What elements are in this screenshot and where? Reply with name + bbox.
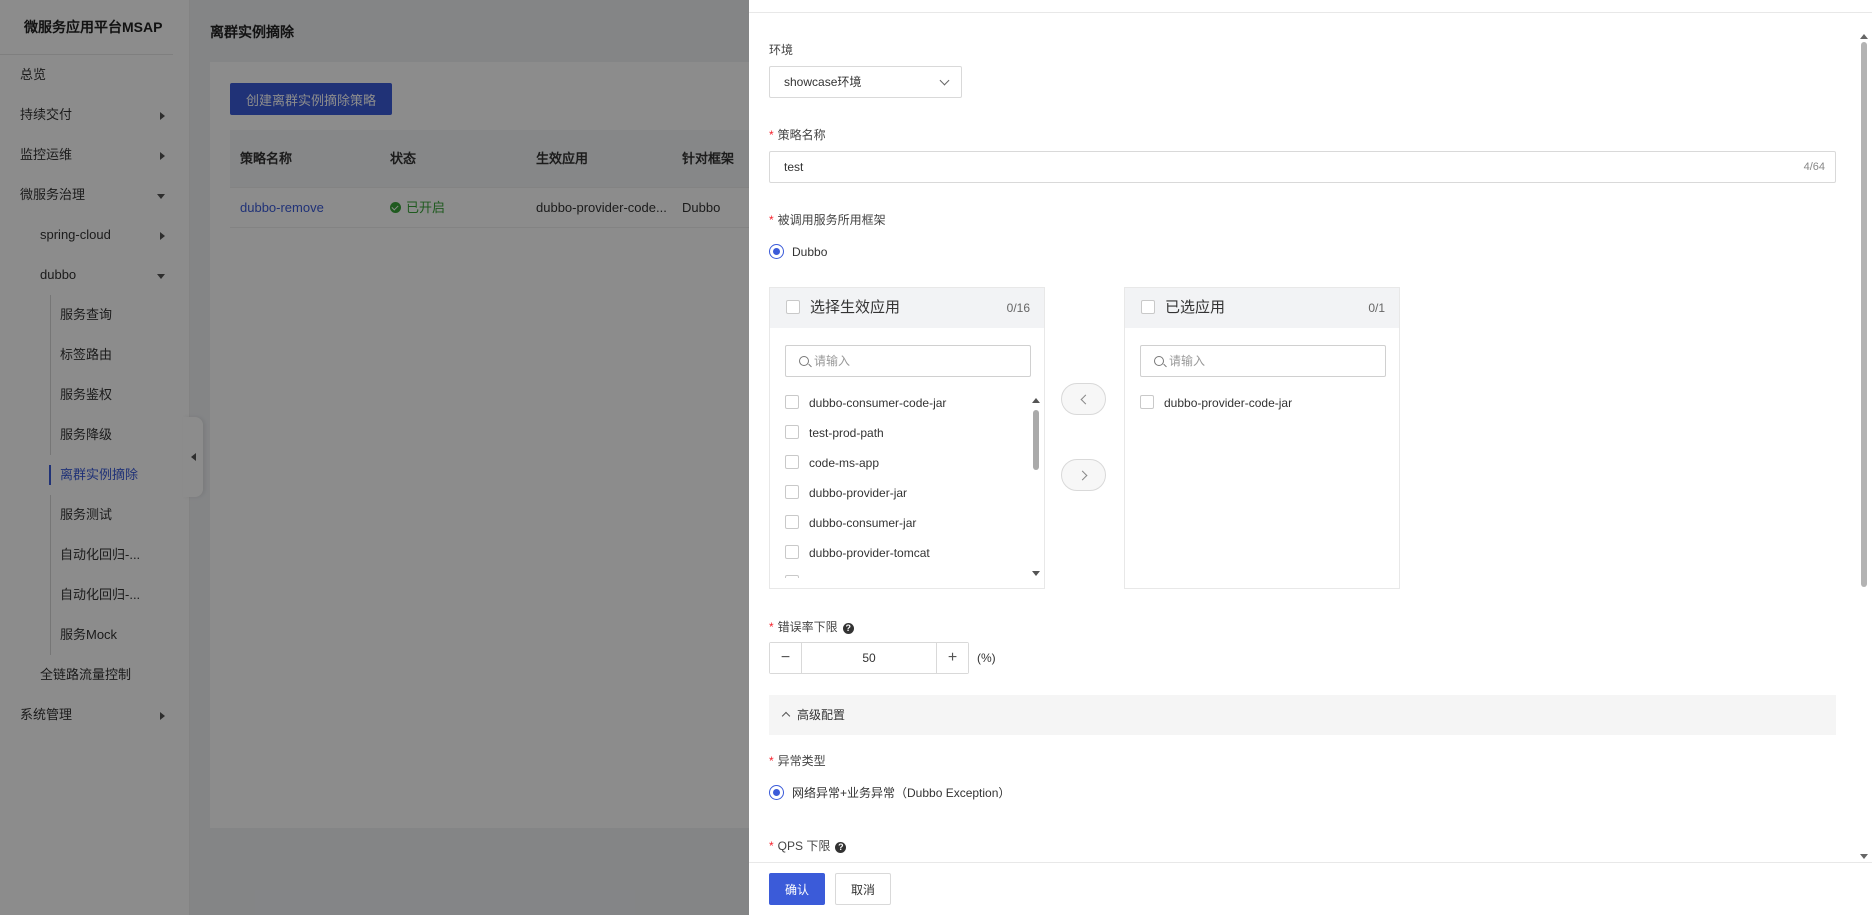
- advanced-config-label: 高级配置: [797, 708, 846, 722]
- transfer-to-left-button[interactable]: [1061, 383, 1106, 415]
- search-placeholder: 请输入: [1169, 354, 1206, 368]
- exception-radio-label: 网络异常+业务异常（Dubbo Exception）: [792, 786, 1011, 800]
- advanced-config-toggle[interactable]: 高级配置: [769, 695, 1836, 735]
- required-mark: *: [769, 213, 774, 227]
- drawer-scrollbar[interactable]: [1860, 34, 1868, 859]
- char-count: 4/64: [1803, 161, 1825, 173]
- required-mark: *: [769, 620, 774, 634]
- strategy-name-input[interactable]: test 4/64: [769, 151, 1836, 183]
- list-item-label: dubbo-consumer-jar: [809, 516, 917, 530]
- checkbox[interactable]: [785, 575, 799, 578]
- name-label: * 策略名称: [769, 126, 826, 143]
- error-rate-label: * 错误率下限?: [769, 618, 854, 635]
- checkbox[interactable]: [785, 515, 799, 529]
- transfer-source-scrollbar[interactable]: [1032, 398, 1040, 576]
- list-item[interactable]: test-prod-path: [785, 425, 1020, 455]
- transfer-source-title: 选择生效应用: [810, 299, 901, 316]
- list-item-label: code-ms-app: [809, 456, 880, 470]
- drawer-footer: 确认 取消: [749, 862, 1872, 915]
- framework-radio-label: Dubbo: [792, 245, 828, 259]
- error-rate-label-text: 错误率下限: [777, 620, 838, 634]
- list-item-label: dubbo-provider-code-jar: [1164, 396, 1293, 410]
- radio-checked-icon: [769, 785, 784, 800]
- chevron-down-icon: [939, 75, 950, 86]
- select-all-checkbox[interactable]: [1141, 300, 1155, 314]
- env-select[interactable]: showcase环境: [769, 66, 962, 98]
- exception-radio[interactable]: 网络异常+业务异常（Dubbo Exception）: [769, 785, 1010, 801]
- exception-label-text: 异常类型: [777, 754, 826, 768]
- select-all-checkbox[interactable]: [786, 300, 800, 314]
- framework-label: * 被调用服务所用框架: [769, 211, 886, 228]
- checkbox[interactable]: [785, 545, 799, 559]
- drawer-divider: [749, 12, 1872, 13]
- search-placeholder: 请输入: [814, 354, 851, 368]
- transfer-target-header: 已选应用 0/1: [1125, 288, 1399, 328]
- drawer-body: 环境 showcase环境 * 策略名称 test 4/64 * 被调用服务所用框架…: [769, 28, 1839, 863]
- create-strategy-drawer: 环境 showcase环境 * 策略名称 test 4/64 * 被调用服务所用框架…: [749, 0, 1872, 915]
- list-item-label: dubbo-consumer-tomcat: [809, 576, 939, 578]
- transfer-target-panel: 已选应用 0/1 请输入 dubbo-provider-code-jar: [1124, 287, 1400, 589]
- checkbox[interactable]: [785, 485, 799, 499]
- name-label-text: 策略名称: [777, 128, 826, 142]
- chevron-right-icon: [1077, 470, 1088, 481]
- scrollbar-thumb[interactable]: [1033, 410, 1039, 470]
- error-rate-stepper[interactable]: − 50 +: [769, 642, 969, 674]
- decrement-button[interactable]: −: [770, 643, 802, 673]
- transfer-target-search[interactable]: 请输入: [1140, 345, 1386, 377]
- help-icon[interactable]: ?: [842, 623, 854, 634]
- increment-button[interactable]: +: [936, 643, 968, 673]
- scroll-down-icon[interactable]: [1860, 854, 1868, 859]
- list-item[interactable]: dubbo-provider-tomcat: [785, 545, 1020, 575]
- framework-label-text: 被调用服务所用框架: [777, 213, 886, 227]
- required-mark: *: [769, 839, 774, 853]
- transfer-target-title: 已选应用: [1165, 299, 1226, 316]
- list-item[interactable]: dubbo-consumer-tomcat: [785, 575, 1020, 578]
- framework-radio-dubbo[interactable]: Dubbo: [769, 244, 827, 260]
- list-item[interactable]: code-ms-app: [785, 455, 1020, 485]
- qps-label-text: QPS 下限: [777, 839, 831, 853]
- transfer-source-list: dubbo-consumer-code-jar test-prod-path c…: [785, 395, 1020, 578]
- required-mark: *: [769, 128, 774, 142]
- qps-label: * QPS 下限?: [769, 837, 847, 854]
- checkbox[interactable]: [1140, 395, 1154, 409]
- transfer-source-header: 选择生效应用 0/16: [770, 288, 1044, 328]
- list-item[interactable]: dubbo-provider-jar: [785, 485, 1020, 515]
- radio-checked-icon: [769, 244, 784, 259]
- checkbox[interactable]: [785, 425, 799, 439]
- cancel-button[interactable]: 取消: [835, 873, 891, 905]
- chevron-left-icon: [1080, 394, 1091, 405]
- required-mark: *: [769, 754, 774, 768]
- transfer-target-list: dubbo-provider-code-jar: [1140, 395, 1375, 578]
- list-item[interactable]: dubbo-consumer-jar: [785, 515, 1020, 545]
- list-item-label: dubbo-provider-tomcat: [809, 546, 930, 560]
- transfer-source-panel: 选择生效应用 0/16 请输入 dubbo-consumer-code-jar …: [769, 287, 1045, 589]
- error-rate-value[interactable]: 50: [802, 643, 936, 673]
- help-icon[interactable]: ?: [835, 842, 847, 853]
- list-item-label: test-prod-path: [809, 426, 884, 440]
- env-select-value: showcase环境: [784, 75, 862, 89]
- search-icon: [1154, 356, 1164, 366]
- env-label: 环境: [769, 43, 794, 57]
- exception-label: * 异常类型: [769, 752, 826, 769]
- confirm-button[interactable]: 确认: [769, 873, 825, 905]
- list-item-label: dubbo-consumer-code-jar: [809, 396, 947, 410]
- scroll-up-icon[interactable]: [1032, 398, 1040, 403]
- list-item[interactable]: dubbo-consumer-code-jar: [785, 395, 1020, 425]
- transfer-to-right-button[interactable]: [1061, 459, 1106, 491]
- scroll-down-icon[interactable]: [1032, 571, 1040, 576]
- scrollbar-thumb[interactable]: [1861, 42, 1867, 587]
- strategy-name-value: test: [784, 160, 804, 174]
- list-item-label: dubbo-provider-jar: [809, 486, 908, 500]
- transfer-source-search[interactable]: 请输入: [785, 345, 1031, 377]
- list-item[interactable]: dubbo-provider-code-jar: [1140, 395, 1375, 425]
- scroll-up-icon[interactable]: [1860, 34, 1868, 39]
- transfer-target-count: 0/1: [1368, 301, 1385, 315]
- transfer-source-count: 0/16: [1006, 301, 1030, 315]
- search-icon: [799, 356, 809, 366]
- checkbox[interactable]: [785, 455, 799, 469]
- error-rate-unit: (%): [977, 651, 996, 665]
- checkbox[interactable]: [785, 395, 799, 409]
- chevron-up-icon: [781, 711, 791, 721]
